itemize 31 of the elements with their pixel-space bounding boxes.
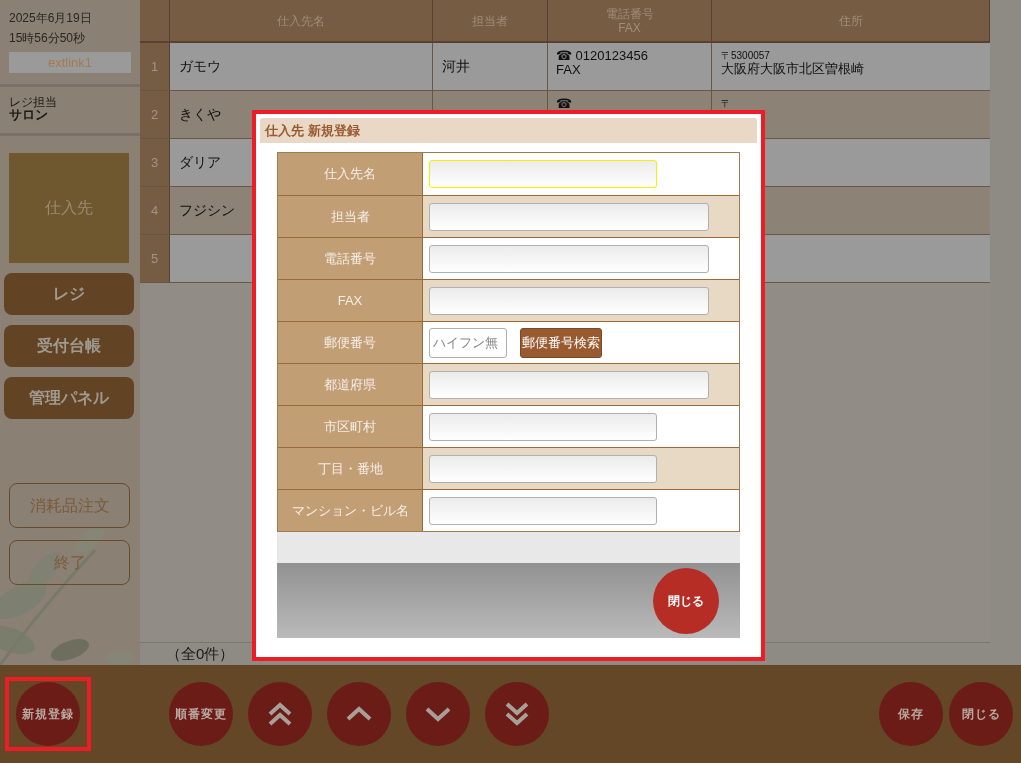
field-label: 市区町村 — [278, 406, 423, 447]
postal-code: 〒 — [721, 98, 731, 109]
row-number: 4 — [140, 187, 170, 234]
staff-label: レジ担当 — [9, 96, 58, 108]
staff-name: サロン — [9, 108, 49, 122]
table-cell-text: フジシン — [179, 201, 235, 220]
field-label: 都道府県 — [278, 364, 423, 405]
field-label: FAX — [278, 280, 423, 321]
row-number: 3 — [140, 139, 170, 186]
row-number: 2 — [140, 91, 170, 138]
phone-text: ☎ 0120123456 — [556, 49, 648, 63]
field-label: 丁目・番地 — [278, 448, 423, 489]
table-cell-text: きくや — [179, 105, 221, 124]
phone-text: ☎ — [556, 97, 572, 111]
postal-code: 〒5300057 — [721, 50, 770, 61]
table-cell-text: 河井 — [442, 57, 470, 76]
dialog-title: 仕入先 新規登録 — [260, 118, 757, 143]
row-number: 1 — [140, 43, 170, 90]
row-number: 5 — [140, 235, 170, 282]
field-label: 仕入先名 — [278, 153, 423, 195]
field-label: 担当者 — [278, 196, 423, 237]
table-cell-text: ガモウ — [179, 57, 221, 76]
fax-text: FAX — [556, 63, 581, 77]
table-cell-text: ダリア — [179, 153, 221, 172]
field-label: マンション・ビル名 — [278, 490, 423, 531]
time-text: 15時56分50秒 — [9, 30, 87, 47]
field-label: 電話番号 — [278, 238, 423, 279]
record-count: （全0件） — [166, 643, 235, 664]
address-text: 大阪府大阪市北区曽根崎 — [721, 61, 864, 76]
field-label: 郵便番号 — [278, 322, 423, 363]
date-text: 2025年6月19日 — [9, 10, 93, 27]
